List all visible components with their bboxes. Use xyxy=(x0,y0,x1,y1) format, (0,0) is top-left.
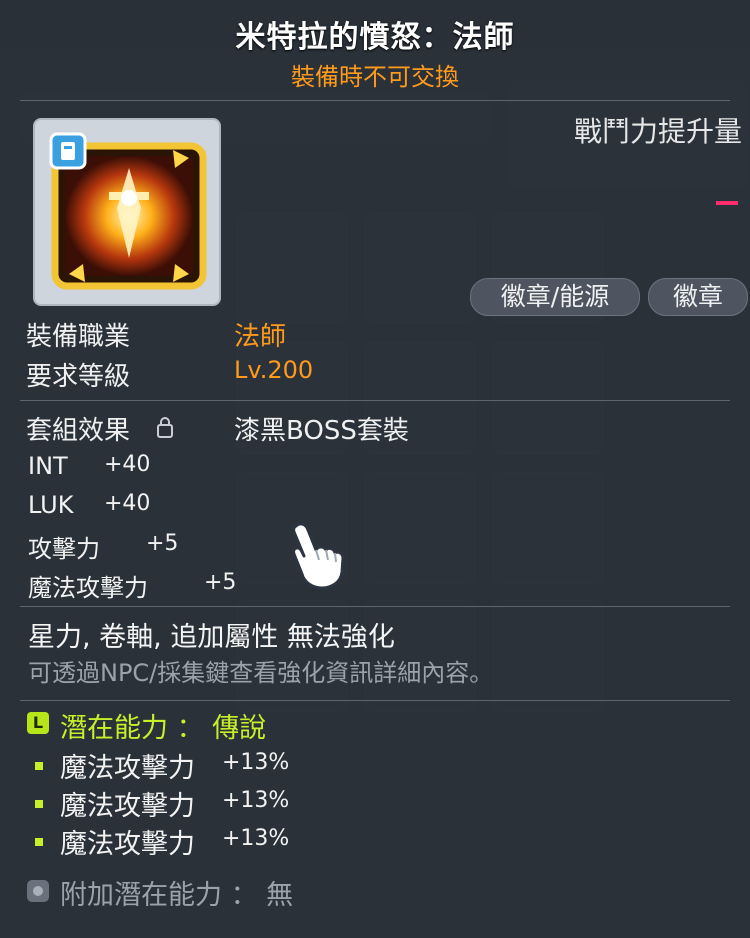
stat-name: LUK xyxy=(28,491,74,519)
divider xyxy=(20,400,730,401)
additional-potential-badge xyxy=(27,880,49,902)
set-effect-value: 漆黑BOSS套裝 xyxy=(234,416,409,446)
required-job-label: 裝備職業 xyxy=(26,322,131,352)
stat-value: +40 xyxy=(104,491,151,516)
bullet-icon xyxy=(35,762,43,770)
trade-restriction: 裝備時不可交換 xyxy=(291,63,459,91)
stat-value: +5 xyxy=(204,570,237,595)
combat-power-increase-label: 戰鬥力提升量 xyxy=(573,115,742,148)
enhance-disabled-note: 星力, 卷軸, 追加屬性 無法強化 xyxy=(28,622,395,653)
required-level-label: 要求等級 xyxy=(26,362,131,392)
lock-icon xyxy=(156,416,174,438)
potential-line-name: 魔法攻擊力 xyxy=(60,753,195,784)
item-icon-frame xyxy=(33,118,221,306)
potential-line-value: +13% xyxy=(222,750,290,775)
potential-line-value: +13% xyxy=(222,826,290,851)
potential-line-name: 魔法攻擊力 xyxy=(60,791,195,822)
npc-hint-note: 可透過NPC/採集鍵查看強化資訊詳細內容。 xyxy=(28,659,494,687)
divider xyxy=(20,606,730,607)
required-job-value: 法師 xyxy=(234,322,287,352)
combat-power-indicator xyxy=(716,201,738,205)
bullet-icon xyxy=(35,800,43,808)
stat-name: 魔法攻擊力 xyxy=(28,574,148,602)
tab-emblem[interactable]: 徽章 xyxy=(648,278,748,316)
bullet-icon xyxy=(35,838,43,846)
legendary-potential-badge: L xyxy=(27,712,49,734)
tab-emblem-energy[interactable]: 徽章/能源 xyxy=(470,278,640,316)
divider xyxy=(20,700,730,701)
potential-line-value: +13% xyxy=(222,788,290,813)
stat-value: +40 xyxy=(104,452,151,477)
additional-potential-text: 附加潛在能力 ： 無 xyxy=(60,880,294,911)
stat-name: 攻擊力 xyxy=(28,535,100,563)
potential-title: 潛在能力 ： 傳說 xyxy=(60,713,267,744)
set-effect-label: 套組效果 xyxy=(26,416,131,446)
stat-value: +5 xyxy=(146,531,179,556)
potential-line-name: 魔法攻擊力 xyxy=(60,829,195,860)
stat-name: INT xyxy=(28,452,68,480)
required-level-value: Lv.200 xyxy=(234,356,314,384)
hand-cursor-icon xyxy=(286,520,348,594)
item-name: 米特拉的憤怒：法師 xyxy=(235,20,515,55)
item-tooltip: 米特拉的憤怒：法師 裝備時不可交換 戰鬥力提升量 徽章/能源 徽章 裝備職業 法… xyxy=(0,0,750,938)
divider xyxy=(20,100,730,101)
